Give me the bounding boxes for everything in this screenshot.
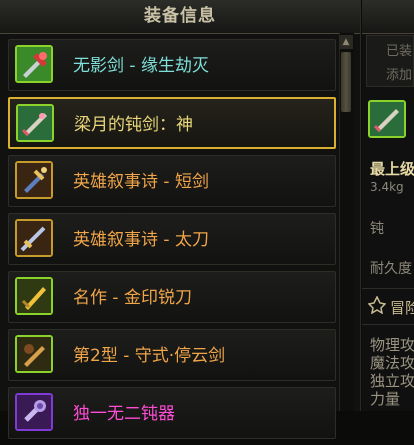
strength-label: 力量 [370,390,401,408]
equipment-list-item[interactable]: 英雄叙事诗 - 太刀 [8,213,336,265]
emblem-icon [368,296,386,314]
scroll-up-arrow[interactable]: ▲ [339,35,353,49]
equipment-name: 名作 - 金印锐刀 [73,288,192,308]
equipment-name: 英雄叙事诗 - 短剑 [73,172,209,192]
equipment-list: 无影剑 - 缘生劫灭 梁月的钝剑：神 英雄叙事诗 - 短剑 英雄叙事诗 - 太刀 名作 … [8,39,336,445]
equipment-list-item[interactable]: 名作 - 金印锐刀 [8,271,336,323]
scrollbar-thumb[interactable] [341,52,351,112]
shortsword-icon [15,161,53,199]
detail-tab-bar [362,0,414,34]
sword-red-icon [15,45,53,83]
blunt-sword-icon [16,104,54,142]
golden-blade-icon [15,277,53,315]
club-icon [15,393,53,431]
divider [362,288,414,289]
item-detail-panel: 已装 添加 最上级 3.4kg 钝 耐久度 冒险 物理攻 魔法攻 独立攻 力量 [362,0,414,411]
equipment-name: 无影剑 - 缘生劫灭 [73,56,209,76]
adventure-label: 冒险 [390,299,414,317]
detail-weight: 3.4kg [370,180,404,194]
equipment-name: 梁月的钝剑：神 [74,115,193,135]
detail-durability: 耐久度 [370,261,412,277]
divider [362,324,414,325]
equipment-list-item[interactable]: 英雄叙事诗 - 短剑 [8,155,336,207]
equipment-list-item[interactable]: 独一无二钝器 [8,387,336,439]
detail-item-name: 最上级 [370,160,414,178]
equipment-name: 第2型 - 守式·停云剑 [73,346,226,366]
equipment-list-item[interactable]: 第2型 - 守式·停云剑 [8,329,336,381]
equipped-label: 已装 [386,44,413,59]
equipment-name: 独一无二钝器 [73,404,175,424]
detail-blunt-sword-icon [368,100,406,138]
detail-type: 钝 [370,221,384,237]
equipment-info-panel: 装备信息 无影剑 - 缘生劫灭 梁月的钝剑：神 英雄叙事诗 - 短剑 英雄叙事诗 - … [0,0,361,439]
equipment-list-item[interactable]: 梁月的钝剑：神 [8,97,336,149]
adventure-section: 冒险 [366,292,414,322]
equipment-list-item[interactable]: 无影剑 - 缘生劫灭 [8,39,336,91]
add-label: 添加 [386,68,413,83]
cloud-sword-icon [15,335,53,373]
equipment-name: 英雄叙事诗 - 太刀 [73,230,209,250]
katana-icon [15,219,53,257]
panel-title: 装备信息 [144,6,216,26]
